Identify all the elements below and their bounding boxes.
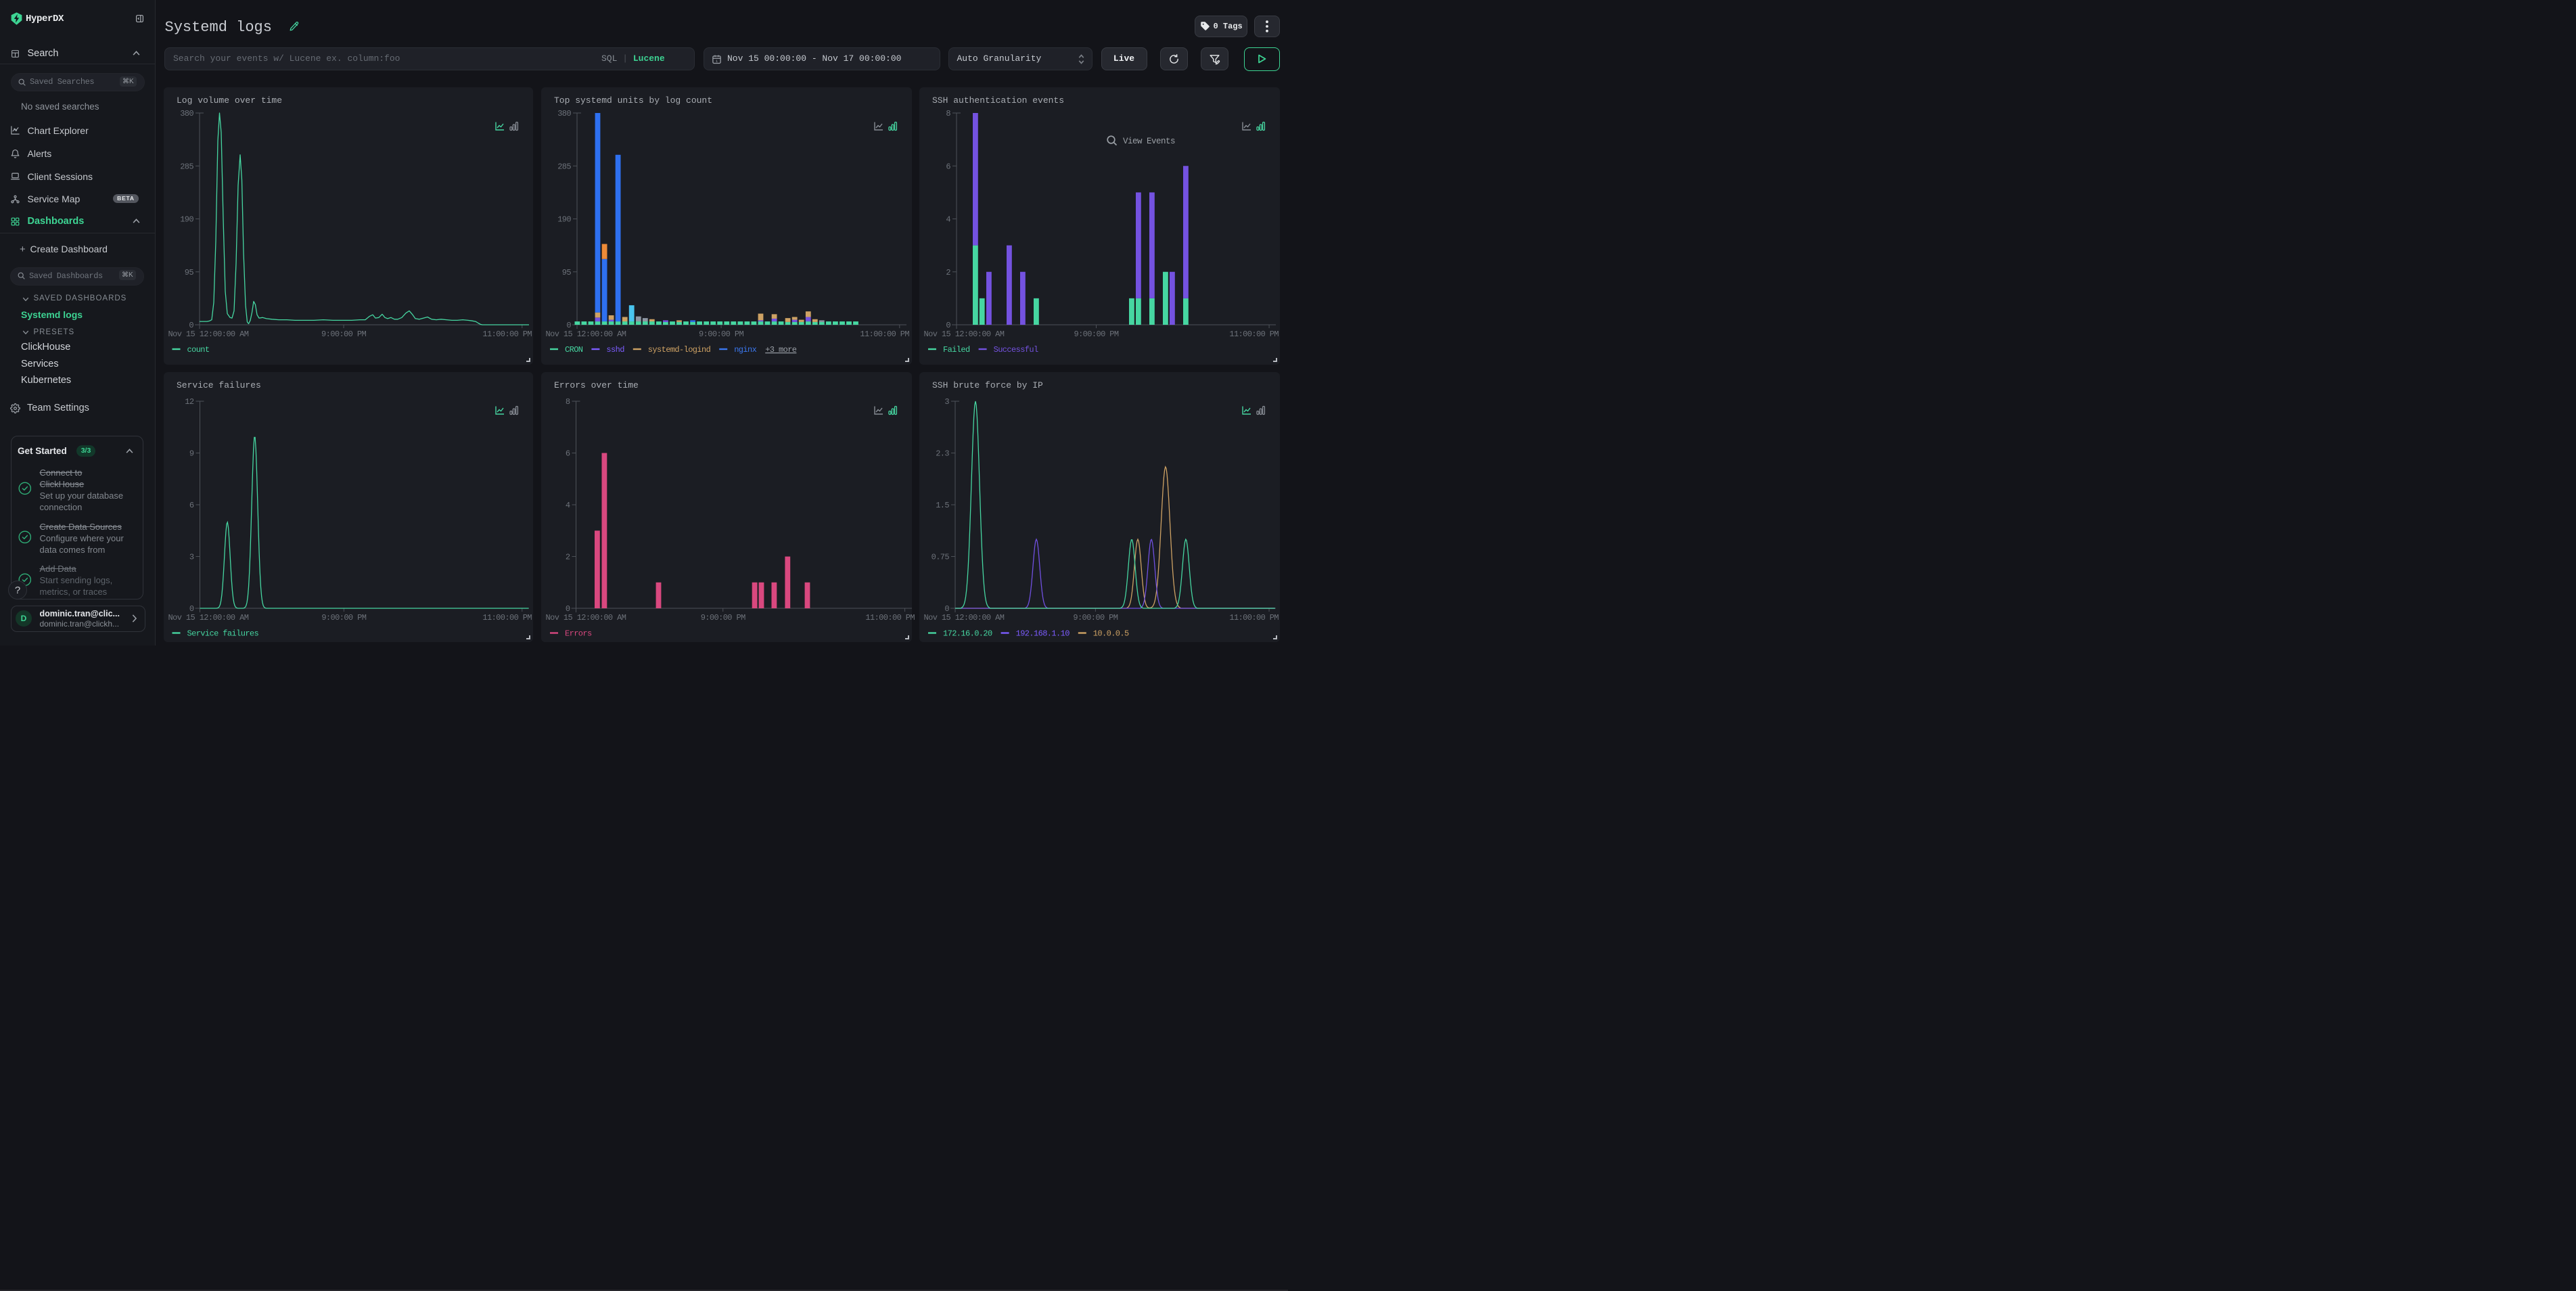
- svg-text:285: 285: [557, 162, 571, 171]
- svg-text:SSH brute force by IP: SSH brute force by IP: [932, 380, 1043, 390]
- svg-text:Service failures: Service failures: [177, 380, 261, 390]
- svg-text:Nov 15 12:00:00 AM: Nov 15 12:00:00 AM: [924, 330, 1005, 339]
- svg-text:11:00:00 PM: 11:00:00 PM: [1229, 330, 1279, 339]
- svg-text:9: 9: [189, 449, 194, 459]
- svg-text:Log volume over time: Log volume over time: [177, 95, 282, 106]
- svg-text:11:00:00 PM: 11:00:00 PM: [482, 330, 532, 339]
- svg-text:10.0.0.5: 10.0.0.5: [1093, 629, 1129, 639]
- svg-text:11:00:00 PM: 11:00:00 PM: [865, 613, 915, 622]
- svg-text:11:00:00 PM: 11:00:00 PM: [482, 613, 532, 622]
- svg-text:0.75: 0.75: [932, 553, 950, 562]
- svg-text:95: 95: [185, 268, 194, 277]
- svg-text:9:00:00 PM: 9:00:00 PM: [1074, 330, 1118, 339]
- svg-text:0: 0: [566, 604, 570, 614]
- svg-text:Top systemd units by log count: Top systemd units by log count: [554, 95, 712, 106]
- svg-text:4: 4: [946, 215, 950, 225]
- svg-text:2: 2: [566, 553, 570, 562]
- svg-text:9:00:00 PM: 9:00:00 PM: [321, 613, 366, 622]
- svg-text:SSH authentication events: SSH authentication events: [932, 95, 1064, 106]
- svg-text:0: 0: [944, 604, 949, 614]
- svg-text:Nov 15 12:00:00 AM: Nov 15 12:00:00 AM: [168, 613, 249, 622]
- svg-text:0: 0: [946, 321, 950, 330]
- svg-text:Nov 15 12:00:00 AM: Nov 15 12:00:00 AM: [546, 613, 626, 622]
- svg-text:1.5: 1.5: [936, 501, 949, 510]
- svg-text:Errors: Errors: [565, 629, 592, 639]
- svg-text:190: 190: [180, 215, 193, 225]
- svg-text:0: 0: [566, 321, 571, 330]
- svg-text:172.16.0.20: 172.16.0.20: [943, 629, 992, 639]
- svg-text:6: 6: [189, 501, 194, 510]
- svg-text:9:00:00 PM: 9:00:00 PM: [321, 330, 366, 339]
- svg-text:4: 4: [566, 501, 570, 510]
- svg-text:+3 more: +3 more: [765, 345, 797, 355]
- svg-text:9:00:00 PM: 9:00:00 PM: [1073, 613, 1118, 622]
- svg-text:CRON: CRON: [565, 345, 583, 355]
- svg-text:Nov 15 12:00:00 AM: Nov 15 12:00:00 AM: [546, 330, 626, 339]
- svg-text:380: 380: [557, 109, 571, 118]
- svg-text:0: 0: [189, 321, 193, 330]
- svg-text:8: 8: [566, 397, 570, 407]
- svg-text:systemd-logind: systemd-logind: [648, 345, 711, 355]
- svg-text:8: 8: [946, 109, 950, 118]
- svg-text:12: 12: [185, 397, 194, 407]
- svg-text:95: 95: [562, 268, 572, 277]
- svg-text:9:00:00 PM: 9:00:00 PM: [701, 613, 745, 622]
- svg-text:Errors over time: Errors over time: [554, 380, 639, 390]
- svg-text:Successful: Successful: [994, 345, 1038, 355]
- svg-text:2: 2: [946, 268, 950, 277]
- svg-text:nginx: nginx: [734, 345, 756, 355]
- svg-text:285: 285: [180, 162, 193, 171]
- svg-text:380: 380: [180, 109, 193, 118]
- svg-text:3: 3: [189, 553, 194, 562]
- svg-text:Service failures: Service failures: [187, 629, 259, 639]
- svg-text:0: 0: [189, 604, 194, 614]
- svg-text:sshd: sshd: [606, 345, 624, 355]
- svg-text:6: 6: [946, 162, 950, 171]
- svg-text:Nov 15 12:00:00 AM: Nov 15 12:00:00 AM: [924, 613, 1005, 622]
- svg-text:190: 190: [557, 215, 571, 225]
- svg-text:2.3: 2.3: [936, 449, 949, 459]
- svg-text:View Events: View Events: [1123, 137, 1175, 146]
- svg-text:11:00:00 PM: 11:00:00 PM: [1229, 613, 1279, 622]
- svg-text:3: 3: [944, 397, 949, 407]
- svg-text:count: count: [187, 345, 210, 355]
- svg-text:11:00:00 PM: 11:00:00 PM: [860, 330, 909, 339]
- svg-text:Nov 15 12:00:00 AM: Nov 15 12:00:00 AM: [168, 330, 249, 339]
- svg-text:Failed: Failed: [943, 345, 970, 355]
- svg-text:192.168.1.10: 192.168.1.10: [1016, 629, 1070, 639]
- svg-text:9:00:00 PM: 9:00:00 PM: [699, 330, 743, 339]
- svg-text:6: 6: [566, 449, 570, 459]
